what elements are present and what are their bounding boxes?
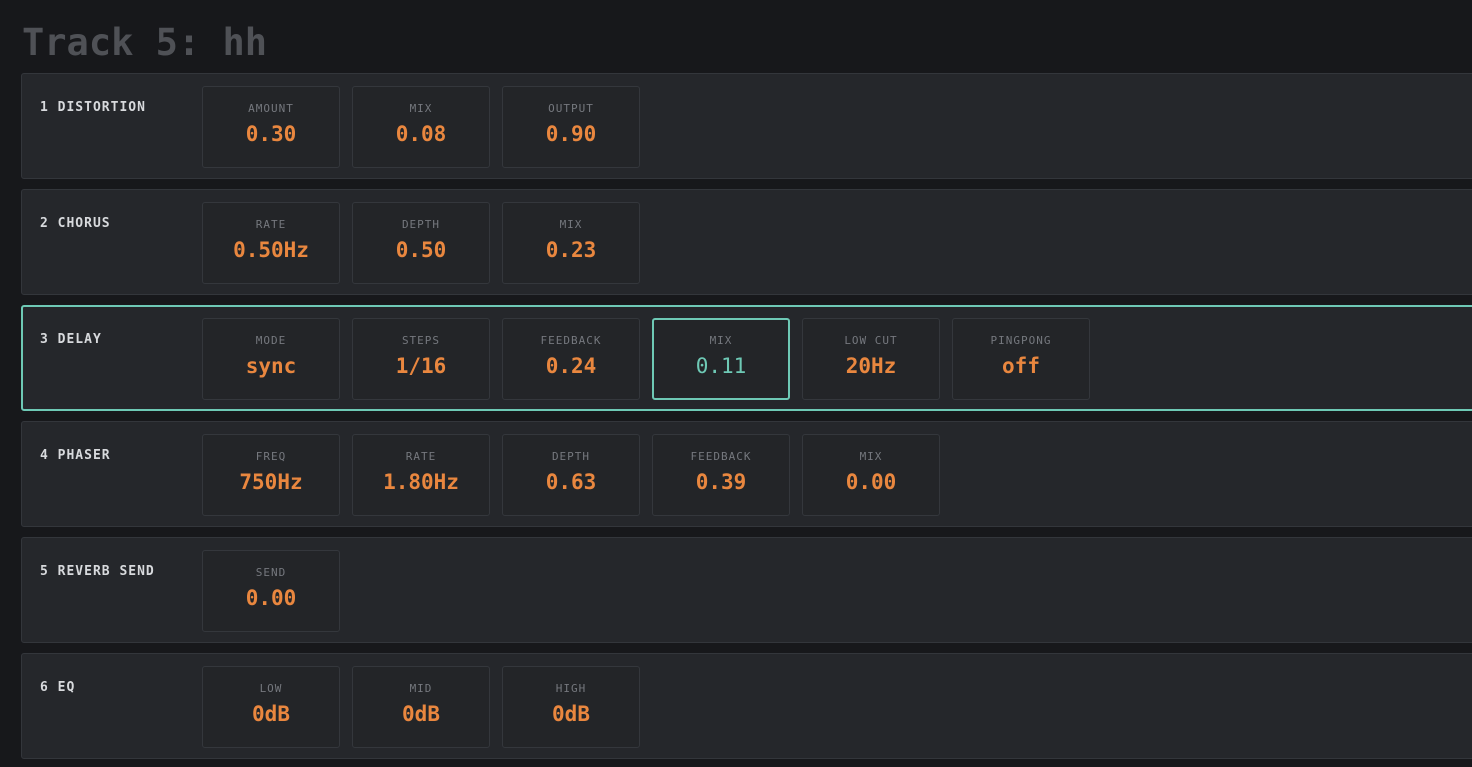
- effect-name: 2 CHORUS: [40, 216, 111, 231]
- param-value: 0.08: [395, 122, 447, 146]
- param-value: 0.11: [695, 354, 747, 378]
- effect-params: FREQ 750Hz RATE 1.80Hz DEPTH 0.63 FEEDBA…: [202, 434, 940, 516]
- param-label: RATE: [255, 218, 287, 231]
- param-label: HIGH: [555, 682, 587, 695]
- effect-params: LOW 0dB MID 0dB HIGH 0dB: [202, 666, 640, 748]
- param-value: 0.00: [845, 470, 897, 494]
- param-pingpong[interactable]: PINGPONG off: [952, 318, 1090, 400]
- param-value: 0dB: [252, 702, 290, 726]
- param-amount[interactable]: AMOUNT 0.30: [202, 86, 340, 168]
- param-mix[interactable]: MIX 0.08: [352, 86, 490, 168]
- param-label: DEPTH: [551, 450, 591, 463]
- param-mix-focused[interactable]: MIX 0.11: [652, 318, 790, 400]
- param-label: PINGPONG: [990, 334, 1052, 347]
- param-send[interactable]: SEND 0.00: [202, 550, 340, 632]
- param-mix[interactable]: MIX 0.00: [802, 434, 940, 516]
- param-feedback[interactable]: FEEDBACK 0.39: [652, 434, 790, 516]
- param-value: 1/16: [395, 354, 447, 378]
- track-title: Track 5: hh: [22, 21, 268, 64]
- param-label: MIX: [559, 218, 583, 231]
- param-value: 0dB: [552, 702, 590, 726]
- param-high[interactable]: HIGH 0dB: [502, 666, 640, 748]
- param-steps[interactable]: STEPS 1/16: [352, 318, 490, 400]
- param-label: MID: [409, 682, 433, 695]
- effect-row-phaser[interactable]: 4 PHASER FREQ 750Hz RATE 1.80Hz DEPTH 0.…: [21, 421, 1472, 527]
- param-value: 0.63: [545, 470, 597, 494]
- param-value: 0.00: [245, 586, 297, 610]
- param-label: MIX: [859, 450, 883, 463]
- param-value: 0.90: [545, 122, 597, 146]
- param-value: 0.24: [545, 354, 597, 378]
- param-label: FEEDBACK: [690, 450, 752, 463]
- effect-name: 1 DISTORTION: [40, 100, 146, 115]
- param-value: 750Hz: [239, 470, 303, 494]
- param-label: MODE: [255, 334, 287, 347]
- param-value: 0.23: [545, 238, 597, 262]
- param-value: 0.50: [395, 238, 447, 262]
- effect-row-distortion[interactable]: 1 DISTORTION AMOUNT 0.30 MIX 0.08 OUTPUT…: [21, 73, 1472, 179]
- effect-params: RATE 0.50Hz DEPTH 0.50 MIX 0.23: [202, 202, 640, 284]
- effect-params: MODE sync STEPS 1/16 FEEDBACK 0.24 MIX 0…: [202, 318, 1090, 400]
- param-label: FREQ: [255, 450, 287, 463]
- effect-row-chorus[interactable]: 2 CHORUS RATE 0.50Hz DEPTH 0.50 MIX 0.23: [21, 189, 1472, 295]
- param-value: 1.80Hz: [383, 470, 459, 494]
- param-mode[interactable]: MODE sync: [202, 318, 340, 400]
- effect-params: AMOUNT 0.30 MIX 0.08 OUTPUT 0.90: [202, 86, 640, 168]
- effect-row-reverb-send[interactable]: 5 REVERB SEND SEND 0.00: [21, 537, 1472, 643]
- effect-name: 3 DELAY: [40, 332, 102, 347]
- param-label: DEPTH: [401, 218, 441, 231]
- param-label: RATE: [405, 450, 437, 463]
- param-rate[interactable]: RATE 1.80Hz: [352, 434, 490, 516]
- param-label: MIX: [409, 102, 433, 115]
- param-low[interactable]: LOW 0dB: [202, 666, 340, 748]
- param-label: FEEDBACK: [540, 334, 602, 347]
- param-low-cut[interactable]: LOW CUT 20Hz: [802, 318, 940, 400]
- effect-row-delay[interactable]: 3 DELAY MODE sync STEPS 1/16 FEEDBACK 0.…: [21, 305, 1472, 411]
- param-label: LOW CUT: [844, 334, 898, 347]
- param-feedback[interactable]: FEEDBACK 0.24: [502, 318, 640, 400]
- param-value: sync: [245, 354, 297, 378]
- param-value: 0.30: [245, 122, 297, 146]
- param-value: 0.39: [695, 470, 747, 494]
- effect-params: SEND 0.00: [202, 550, 340, 632]
- effect-row-eq[interactable]: 6 EQ LOW 0dB MID 0dB HIGH 0dB: [21, 653, 1472, 759]
- effect-name: 4 PHASER: [40, 448, 111, 463]
- param-depth[interactable]: DEPTH 0.50: [352, 202, 490, 284]
- param-label: MIX: [709, 334, 733, 347]
- param-output[interactable]: OUTPUT 0.90: [502, 86, 640, 168]
- param-mid[interactable]: MID 0dB: [352, 666, 490, 748]
- param-label: STEPS: [401, 334, 441, 347]
- effect-name: 5 REVERB SEND: [40, 564, 155, 579]
- param-label: OUTPUT: [548, 102, 594, 115]
- param-value: off: [1002, 354, 1040, 378]
- param-depth[interactable]: DEPTH 0.63: [502, 434, 640, 516]
- effect-name: 6 EQ: [40, 680, 76, 695]
- param-rate[interactable]: RATE 0.50Hz: [202, 202, 340, 284]
- param-label: LOW: [259, 682, 283, 695]
- param-value: 0dB: [402, 702, 440, 726]
- param-value: 20Hz: [845, 354, 897, 378]
- param-mix[interactable]: MIX 0.23: [502, 202, 640, 284]
- param-freq[interactable]: FREQ 750Hz: [202, 434, 340, 516]
- effects-chain: 1 DISTORTION AMOUNT 0.30 MIX 0.08 OUTPUT…: [21, 73, 1472, 767]
- param-label: SEND: [255, 566, 287, 579]
- param-label: AMOUNT: [248, 102, 294, 115]
- param-value: 0.50Hz: [233, 238, 309, 262]
